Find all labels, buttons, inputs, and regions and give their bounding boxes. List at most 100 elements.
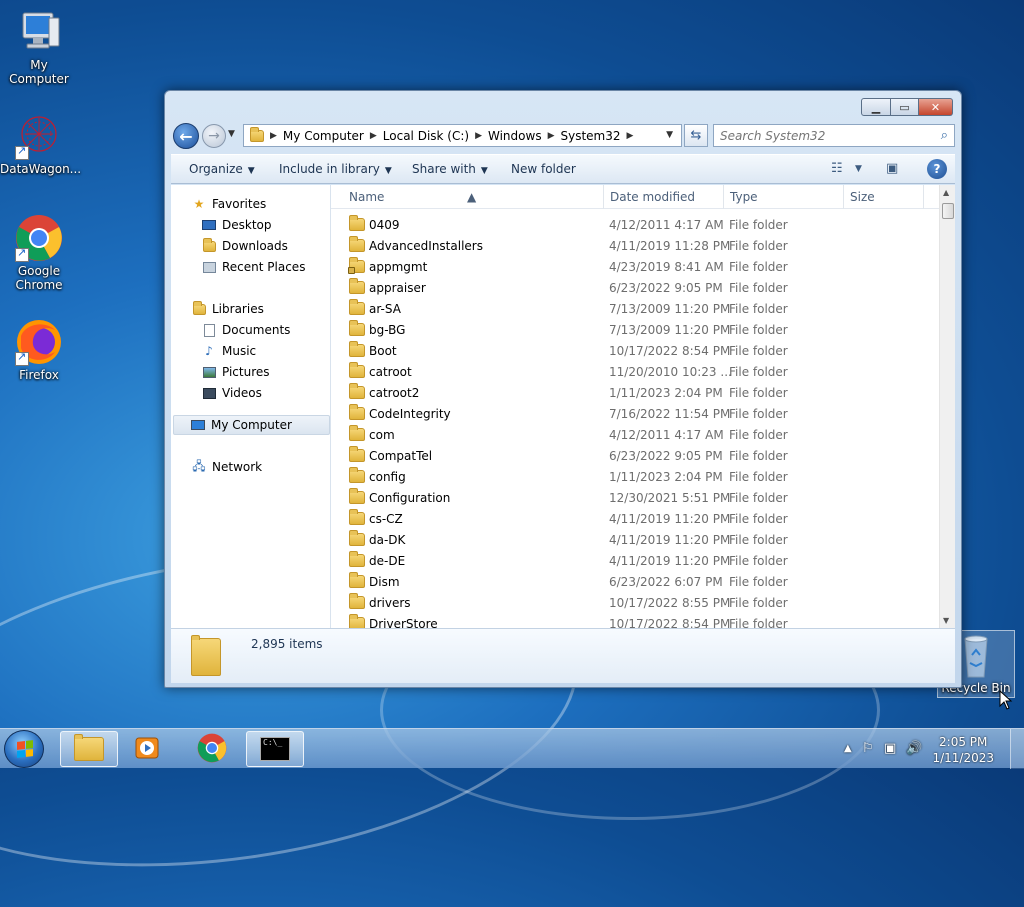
include-in-library-button[interactable]: Include in library ▼ bbox=[279, 162, 392, 176]
address-bar[interactable]: ▶ My Computer ▶ Local Disk (C:) ▶ Window… bbox=[243, 124, 682, 147]
desktop-icon-firefox[interactable]: Firefox bbox=[0, 318, 78, 382]
scroll-down-icon[interactable]: ▼ bbox=[943, 616, 949, 625]
file-row[interactable]: catroot 11/20/2010 10:23 ... File folder bbox=[331, 362, 931, 383]
nav-label: Desktop bbox=[222, 218, 272, 232]
preview-pane-button[interactable]: ▣ bbox=[886, 161, 898, 176]
file-date-modified: 1/11/2023 2:04 PM bbox=[609, 470, 723, 484]
file-name: ar-SA bbox=[369, 302, 401, 316]
taskbar-media-player-button[interactable] bbox=[118, 731, 176, 767]
nav-network[interactable]: 🖧 Network bbox=[191, 457, 348, 477]
breadcrumb-my-computer[interactable]: My Computer bbox=[283, 129, 364, 143]
start-button[interactable] bbox=[4, 730, 44, 768]
column-header-size[interactable]: Size bbox=[850, 190, 875, 204]
minimize-button[interactable]: ▁ bbox=[861, 98, 891, 116]
file-row[interactable]: appmgmt 4/23/2019 8:41 AM File folder bbox=[331, 257, 931, 278]
column-headers: ▲ Name Date modified Type Size bbox=[331, 185, 939, 209]
file-name: catroot2 bbox=[369, 386, 420, 400]
search-icon[interactable]: ⌕ bbox=[941, 128, 948, 143]
chevron-right-icon[interactable]: ▶ bbox=[548, 131, 555, 141]
breadcrumb-local-disk[interactable]: Local Disk (C:) bbox=[383, 129, 469, 143]
file-name: cs-CZ bbox=[369, 512, 403, 526]
help-button[interactable]: ? bbox=[927, 159, 947, 179]
nav-my-computer[interactable]: My Computer bbox=[173, 415, 330, 435]
chevron-right-icon[interactable]: ▶ bbox=[370, 131, 377, 141]
share-with-label: Share with bbox=[412, 162, 476, 176]
search-input[interactable] bbox=[714, 125, 924, 146]
column-header-type[interactable]: Type bbox=[730, 190, 758, 204]
share-with-button[interactable]: Share with ▼ bbox=[412, 162, 488, 176]
file-row[interactable]: AdvancedInstallers 4/11/2019 11:28 PM File… bbox=[331, 236, 931, 257]
column-divider[interactable] bbox=[723, 185, 724, 209]
file-name: CodeIntegrity bbox=[369, 407, 451, 421]
file-row[interactable]: catroot2 1/11/2023 2:04 PM File folder bbox=[331, 383, 931, 404]
desktop-icon bbox=[201, 217, 217, 233]
file-row[interactable]: com 4/12/2011 4:17 AM File folder bbox=[331, 425, 931, 446]
chevron-right-icon[interactable]: ▶ bbox=[270, 131, 277, 141]
file-date-modified: 6/23/2022 9:05 PM bbox=[609, 449, 723, 463]
forward-button[interactable]: → bbox=[202, 124, 226, 148]
desktop-icon-my-computer[interactable]: My Computer bbox=[0, 8, 78, 86]
file-row[interactable]: bg-BG 7/13/2009 11:20 PM File folder bbox=[331, 320, 931, 341]
file-row[interactable]: 0409 4/12/2011 4:17 AM File folder bbox=[331, 215, 931, 236]
file-row[interactable]: da-DK 4/11/2019 11:20 PM File folder bbox=[331, 530, 931, 551]
desktop-icon-google-chrome[interactable]: Google Chrome bbox=[0, 214, 78, 292]
item-count: 2,895 items bbox=[251, 637, 323, 651]
file-date-modified: 12/30/2021 5:51 PM bbox=[609, 491, 731, 505]
folder-icon bbox=[349, 299, 365, 315]
file-row[interactable]: config 1/11/2023 2:04 PM File folder bbox=[331, 467, 931, 488]
network-status-icon[interactable]: ▣ bbox=[884, 741, 896, 756]
change-view-button[interactable]: ☷ bbox=[831, 161, 843, 176]
nav-label: Pictures bbox=[222, 365, 270, 379]
chevron-down-icon: ▼ bbox=[480, 166, 488, 176]
taskbar-explorer-button[interactable] bbox=[60, 731, 118, 767]
file-row[interactable]: Configuration 12/30/2021 5:51 PM File fold… bbox=[331, 488, 931, 509]
maximize-button[interactable]: ▭ bbox=[891, 98, 919, 116]
column-divider[interactable] bbox=[923, 185, 924, 209]
volume-icon[interactable]: 🔊 bbox=[906, 741, 922, 756]
taskbar-command-prompt-button[interactable]: C:\_ bbox=[246, 731, 304, 767]
desktop-icon-datawagon[interactable]: DataWagon... bbox=[0, 112, 81, 176]
taskbar-chrome-button[interactable] bbox=[183, 731, 241, 767]
file-row[interactable]: Dism 6/23/2022 6:07 PM File folder bbox=[331, 572, 931, 593]
clock[interactable]: 2:05 PM 1/11/2023 bbox=[932, 734, 994, 766]
file-row[interactable]: Boot 10/17/2022 8:54 PM File folder bbox=[331, 341, 931, 362]
file-row[interactable]: de-DE 4/11/2019 11:20 PM File folder bbox=[331, 551, 931, 572]
breadcrumb-system32[interactable]: System32 bbox=[561, 129, 621, 143]
new-folder-button[interactable]: New folder bbox=[511, 162, 576, 176]
file-row[interactable]: drivers 10/17/2022 8:55 PM File folder bbox=[331, 593, 931, 614]
scroll-thumb[interactable] bbox=[942, 203, 954, 219]
chevron-right-icon[interactable]: ▶ bbox=[475, 131, 482, 141]
column-divider[interactable] bbox=[603, 185, 604, 209]
nav-favorites[interactable]: ★ Favorites bbox=[191, 194, 348, 214]
show-desktop-button[interactable] bbox=[1010, 729, 1024, 769]
nav-label: Network bbox=[212, 460, 263, 474]
column-divider[interactable] bbox=[843, 185, 844, 209]
file-row[interactable]: ar-SA 7/13/2009 11:20 PM File folder bbox=[331, 299, 931, 320]
breadcrumb-windows[interactable]: Windows bbox=[488, 129, 542, 143]
file-row[interactable]: DriverStore 10/17/2022 8:54 PM File folder bbox=[331, 614, 931, 628]
column-header-date-modified[interactable]: Date modified bbox=[610, 190, 695, 204]
file-type: File folder bbox=[729, 239, 788, 253]
file-row[interactable]: appraiser 6/23/2022 9:05 PM File folder bbox=[331, 278, 931, 299]
vertical-scrollbar[interactable]: ▲ ▼ bbox=[939, 185, 955, 628]
taskbar: C:\_ ▲ ⚐ ▣ 🔊 2:05 PM 1/11/2023 bbox=[0, 728, 1024, 769]
refresh-button[interactable]: ⇆ bbox=[684, 124, 708, 147]
file-row[interactable]: CompatTel 6/23/2022 9:05 PM File folder bbox=[331, 446, 931, 467]
address-history-dropdown[interactable]: ▼ bbox=[666, 130, 673, 140]
file-type: File folder bbox=[729, 491, 788, 505]
column-header-name[interactable]: Name bbox=[349, 190, 384, 204]
nav-libraries[interactable]: Libraries bbox=[191, 299, 348, 319]
file-row[interactable]: cs-CZ 4/11/2019 11:20 PM File folder bbox=[331, 509, 931, 530]
file-row[interactable]: CodeIntegrity 7/16/2022 11:54 PM File fold… bbox=[331, 404, 931, 425]
action-center-icon[interactable]: ⚐ bbox=[862, 741, 874, 756]
recent-pages-dropdown[interactable]: ▼ bbox=[228, 129, 235, 139]
chevron-right-icon[interactable]: ▶ bbox=[627, 131, 634, 141]
back-button[interactable]: ← bbox=[173, 123, 199, 149]
show-hidden-icons-icon[interactable]: ▲ bbox=[844, 743, 852, 754]
mouse-cursor-icon bbox=[999, 690, 1013, 710]
view-options-dropdown[interactable]: ▼ bbox=[855, 164, 862, 174]
organize-button[interactable]: Organize ▼ bbox=[189, 162, 255, 176]
close-button[interactable]: ✕ bbox=[919, 98, 953, 116]
scroll-up-icon[interactable]: ▲ bbox=[943, 188, 949, 197]
computer-icon bbox=[15, 8, 63, 56]
